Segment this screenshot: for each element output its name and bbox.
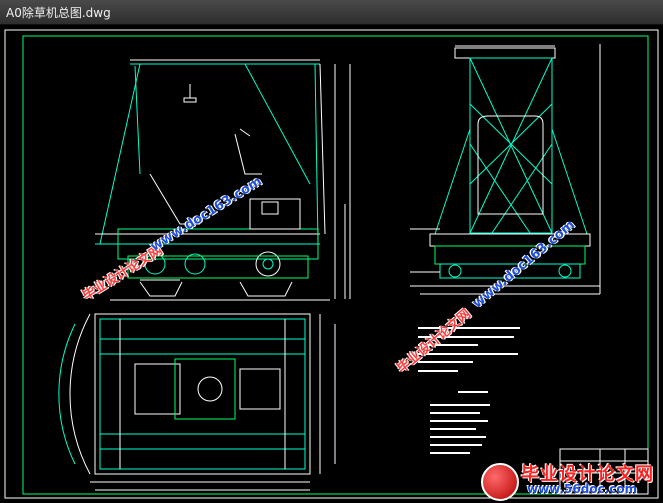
drawing-canvas[interactable] [0,24,663,503]
site-brand: 毕业设计论文网 www.56doc.com [481,459,657,501]
parts-list-table [430,391,490,454]
plan-view [58,313,336,491]
title-bar: A0除草机总图.dwg [0,0,663,25]
window-title: A0除草机总图.dwg [6,6,111,20]
cad-viewer-window: A0除草机总图.dwg 毕业设计论文网 www.doc163.com 毕业设计论… [0,0,663,503]
brand-url: www.56doc.com [527,482,638,496]
brand-logo-icon [481,463,519,501]
side-elevation-view [410,44,601,295]
